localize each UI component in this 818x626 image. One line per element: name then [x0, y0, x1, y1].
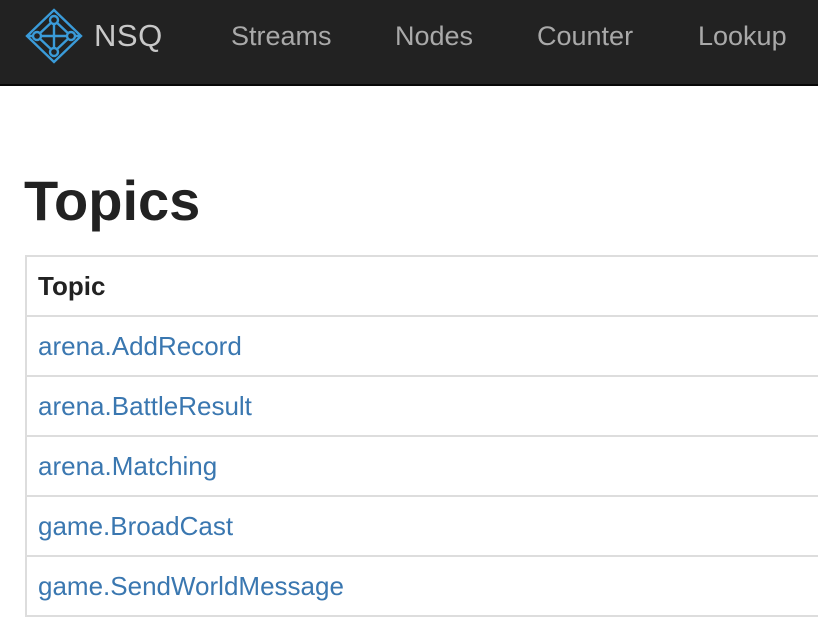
table-row: arena.Matching	[26, 435, 818, 496]
table-row: arena.BattleResult	[26, 375, 818, 436]
topic-link[interactable]: game.BroadCast	[38, 511, 233, 541]
table-row: arena.AddRecord	[26, 315, 818, 376]
page-title: Topics	[24, 169, 201, 232]
topics-table: Topic arena.AddRecord arena.BattleResult…	[25, 255, 818, 617]
table-header-row: Topic	[26, 255, 818, 316]
table-row: game.SendWorldMessage	[26, 555, 818, 616]
topic-link[interactable]: arena.Matching	[38, 451, 217, 481]
topic-link[interactable]: arena.BattleResult	[38, 391, 252, 421]
navbar: NSQ Streams Nodes Counter Lookup	[0, 0, 818, 86]
table-cell: arena.Matching	[26, 435, 818, 496]
nav-nodes[interactable]: Nodes	[395, 18, 473, 54]
column-header-topic: Topic	[26, 255, 818, 316]
nav-lookup[interactable]: Lookup	[698, 18, 787, 54]
nsq-logo-icon	[25, 8, 83, 64]
brand-link[interactable]: NSQ	[24, 8, 163, 64]
table-cell: game.BroadCast	[26, 495, 818, 556]
table-cell: arena.BattleResult	[26, 375, 818, 436]
nav-counter[interactable]: Counter	[537, 18, 633, 54]
table-cell: arena.AddRecord	[26, 315, 818, 376]
nav-streams[interactable]: Streams	[231, 18, 332, 54]
table-cell: game.SendWorldMessage	[26, 555, 818, 616]
topic-link[interactable]: game.SendWorldMessage	[38, 571, 344, 601]
brand-name: NSQ	[94, 18, 163, 53]
topic-link[interactable]: arena.AddRecord	[38, 331, 242, 361]
table-row: game.BroadCast	[26, 495, 818, 556]
